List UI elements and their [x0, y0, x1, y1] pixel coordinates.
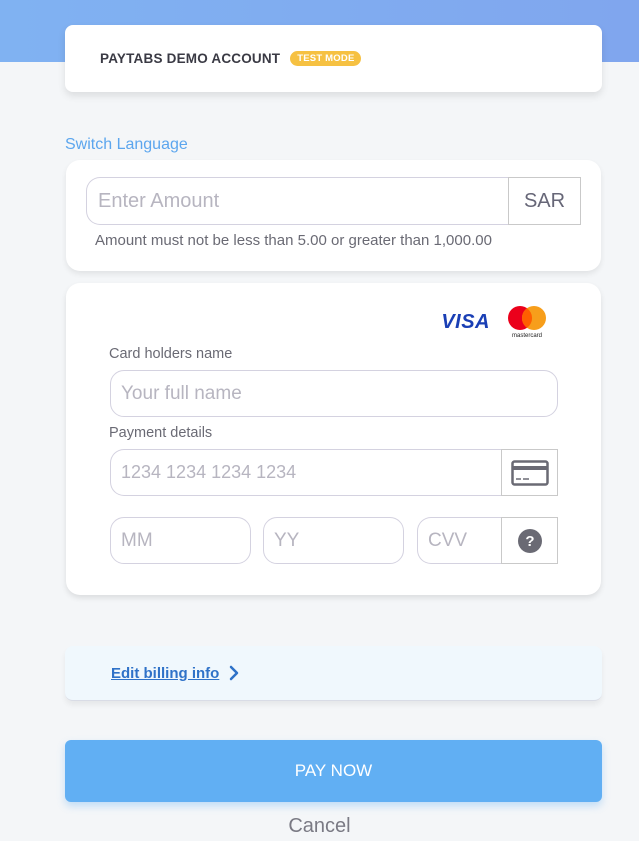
card-holder-input[interactable]: [110, 370, 558, 417]
question-icon: ?: [517, 528, 542, 553]
cvv-help-button[interactable]: ?: [501, 517, 558, 564]
expiry-year-input[interactable]: [263, 517, 404, 564]
pay-now-button[interactable]: PAY NOW: [65, 740, 602, 802]
amount-hint: Amount must not be less than 5.00 or gre…: [95, 232, 492, 249]
merchant-header: PAYTABS DEMO ACCOUNT TEST MODE: [65, 25, 602, 92]
card-number-input[interactable]: [110, 449, 502, 496]
expiry-month-input[interactable]: [110, 517, 251, 564]
visa-logo-icon: VISA: [441, 310, 490, 333]
card-holder-label: Card holders name: [109, 346, 233, 362]
card-form: VISA mastercard Card holders name Paymen…: [66, 283, 601, 595]
amount-input[interactable]: [86, 177, 508, 225]
mastercard-logo-icon: mastercard: [505, 305, 549, 339]
card-brands: VISA mastercard: [441, 305, 549, 339]
amount-input-group: SAR: [86, 177, 581, 225]
cancel-link[interactable]: Cancel: [0, 815, 639, 838]
chevron-right-icon[interactable]: [229, 665, 239, 681]
credit-card-icon: [510, 459, 549, 486]
svg-text:?: ?: [525, 533, 534, 550]
currency-label: SAR: [508, 177, 581, 225]
svg-text:mastercard: mastercard: [512, 333, 542, 339]
test-mode-badge: TEST MODE: [290, 51, 362, 66]
payment-details-label: Payment details: [109, 425, 213, 441]
card-type-addon: [501, 449, 558, 496]
amount-card: SAR Amount must not be less than 5.00 or…: [66, 160, 601, 271]
switch-language-link[interactable]: Switch Language: [65, 136, 188, 154]
edit-billing-info-link[interactable]: Edit billing info: [111, 665, 219, 682]
billing-info-section: Edit billing info: [65, 646, 602, 701]
merchant-name: PAYTABS DEMO ACCOUNT: [100, 51, 281, 66]
cvv-input[interactable]: [417, 517, 502, 564]
